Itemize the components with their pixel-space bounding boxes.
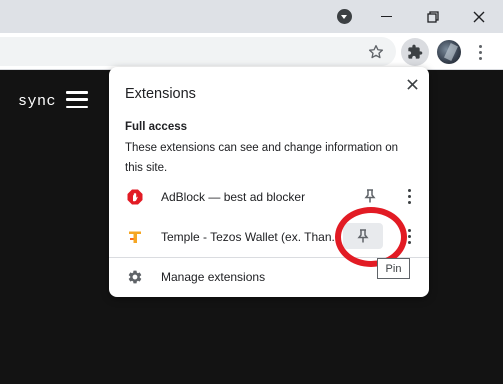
restore-button[interactable] [415,0,451,33]
restore-icon [427,10,439,23]
close-icon [473,11,485,22]
close-window-button[interactable] [461,0,497,33]
profile-avatar[interactable] [437,40,461,64]
pin-icon [364,189,376,203]
address-bar[interactable] [0,37,396,66]
more-vert-icon [478,44,482,60]
tab-search-icon [336,9,352,24]
manage-extensions-label: Manage extensions [161,270,266,284]
extension-name: AdBlock — best ad blocker [161,190,306,204]
close-icon [406,78,418,90]
more-vert-icon [407,228,411,244]
section-title: Full access [125,121,188,133]
browser-menu-button[interactable] [466,38,494,66]
more-vert-icon [407,188,411,204]
popup-title: Extensions [125,86,196,102]
star-icon [369,45,383,59]
minimize-button[interactable] [368,0,404,33]
tab-search-button[interactable] [326,0,362,33]
puzzle-icon [408,44,423,59]
extension-name: Temple - Tezos Wallet (ex. Than... [161,230,342,244]
popup-close-button[interactable] [401,73,423,95]
adblock-icon [127,189,143,205]
minimize-icon [380,15,392,18]
browser-toolbar [0,33,503,70]
bookmark-button[interactable] [362,38,390,66]
extensions-button[interactable] [401,38,429,66]
pin-button[interactable] [357,183,383,209]
section-description: These extensions can see and change info… [125,142,398,174]
site-logo[interactable]: sync [18,93,56,110]
temple-icon [129,231,141,243]
hamburger-menu-icon[interactable] [66,91,88,108]
extension-menu-button[interactable] [399,183,419,209]
gear-icon [128,270,142,284]
pin-tooltip: Pin [377,258,410,279]
title-bar [0,0,503,33]
